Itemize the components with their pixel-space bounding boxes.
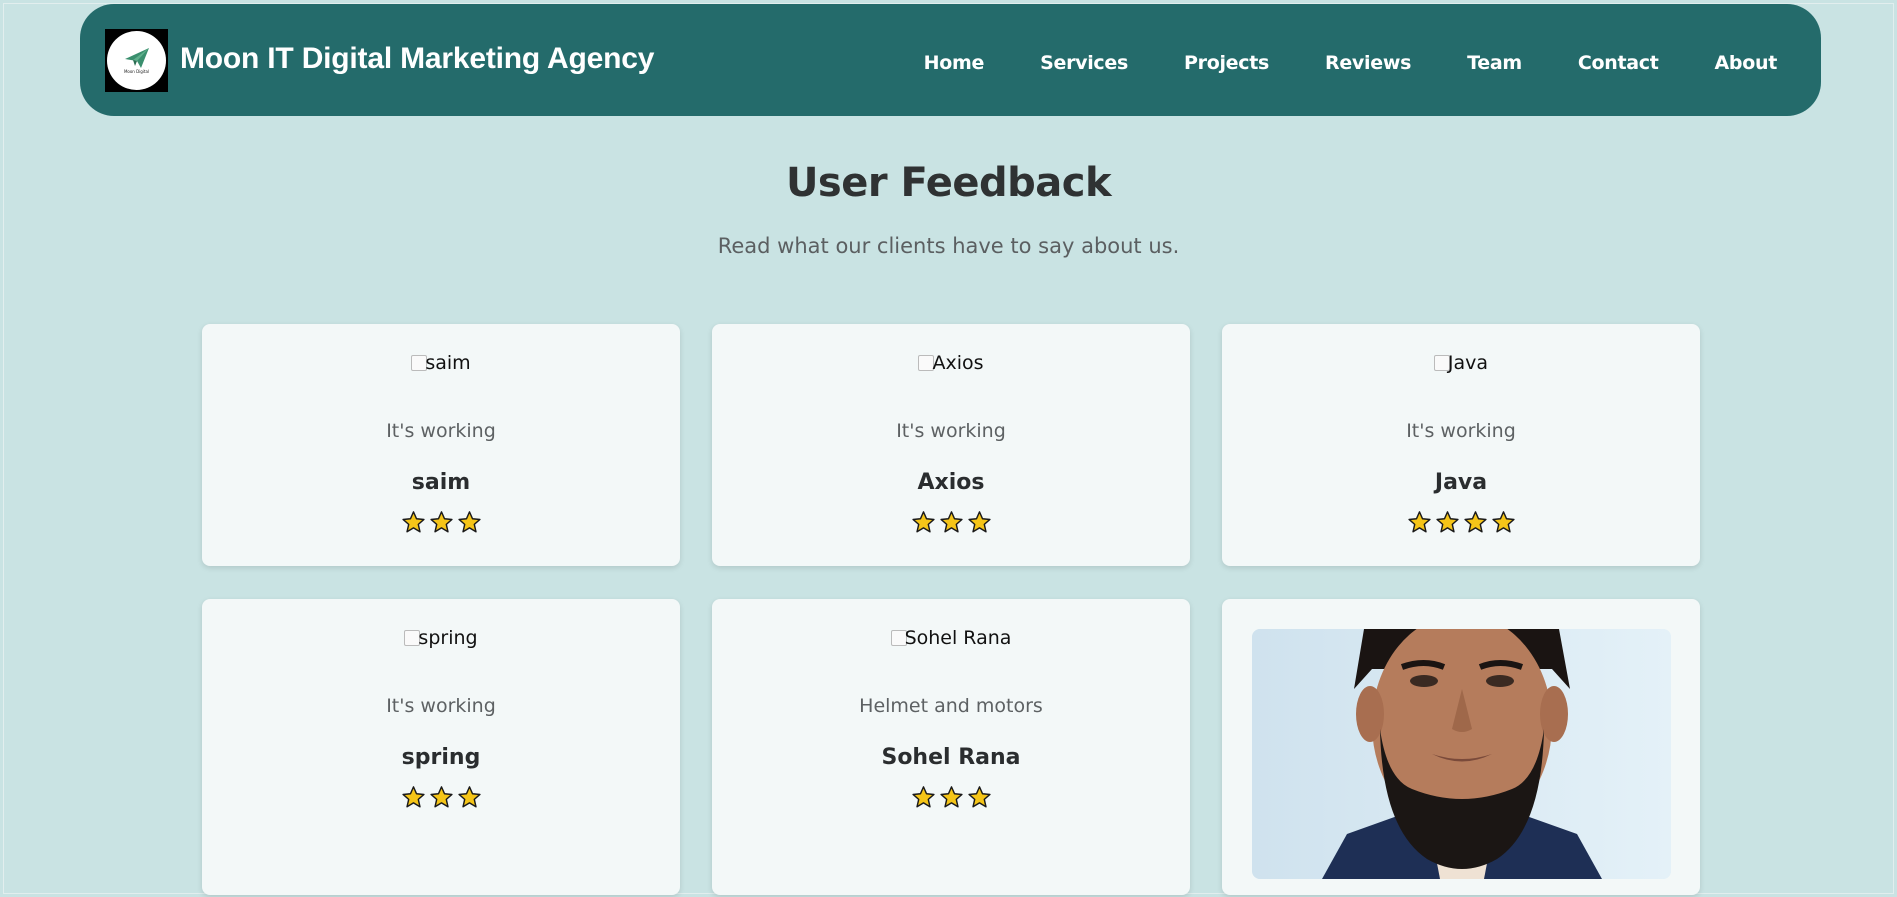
paper-plane-icon — [124, 48, 149, 68]
star-icon — [1491, 511, 1515, 533]
star-rating — [202, 510, 680, 535]
logo[interactable]: Moon Digital — [105, 29, 168, 92]
nav-home[interactable]: Home — [924, 52, 985, 74]
reviewer-image-alt: Axios — [932, 352, 984, 374]
star-rating — [202, 785, 680, 810]
portrait-image — [1252, 629, 1671, 879]
reviewer-image: saim — [202, 352, 680, 374]
reviewer-image-alt: Java — [1447, 352, 1489, 374]
reviewer-name: Axios — [917, 470, 985, 495]
review-card — [1222, 599, 1700, 895]
star-icon — [429, 511, 453, 533]
reviewer-name: Java — [1434, 470, 1488, 495]
star-icon — [429, 786, 453, 808]
review-card: spring It's working spring — [202, 599, 680, 895]
reviewer-name: Sohel Rana — [881, 745, 1021, 770]
logo-text: Moon Digital — [123, 69, 150, 74]
star-icon — [1463, 511, 1487, 533]
nav-reviews[interactable]: Reviews — [1325, 52, 1411, 74]
navbar: Moon Digital Moon IT Digital Marketing A… — [80, 4, 1821, 116]
review-text: It's working — [386, 695, 496, 717]
star-icon — [1407, 511, 1431, 533]
logo-circle: Moon Digital — [107, 31, 166, 90]
star-icon — [967, 511, 991, 533]
nav-menu: Home Services Projects Reviews Team Cont… — [868, 52, 1778, 74]
star-icon — [967, 786, 991, 808]
star-icon — [401, 786, 425, 808]
nav-about[interactable]: About — [1715, 52, 1778, 74]
reviewer-image: spring — [202, 627, 680, 649]
star-icon — [939, 511, 963, 533]
star-rating — [712, 785, 1190, 810]
reviewer-photo — [1252, 629, 1671, 879]
section-title: User Feedback — [785, 160, 1112, 206]
nav-projects[interactable]: Projects — [1184, 52, 1269, 74]
star-rating — [712, 510, 1190, 535]
review-text: Helmet and motors — [859, 695, 1043, 717]
reviewer-image-alt: spring — [418, 627, 478, 649]
review-text: It's working — [896, 420, 1006, 442]
section-subtitle: Read what our clients have to say about … — [717, 234, 1180, 258]
star-icon — [457, 511, 481, 533]
star-rating — [1222, 510, 1700, 535]
reviewer-image-alt: Sohel Rana — [904, 627, 1012, 649]
star-icon — [457, 786, 481, 808]
review-card: saim It's working saim — [202, 324, 680, 566]
review-text: It's working — [1406, 420, 1516, 442]
star-icon — [911, 786, 935, 808]
nav-contact[interactable]: Contact — [1578, 52, 1659, 74]
brand-title[interactable]: Moon IT Digital Marketing Agency — [180, 42, 654, 76]
reviewer-image: Java — [1222, 352, 1700, 374]
star-icon — [939, 786, 963, 808]
reviewer-name: spring — [401, 745, 481, 770]
reviewer-image: Axios — [712, 352, 1190, 374]
review-text: It's working — [386, 420, 496, 442]
star-icon — [911, 511, 935, 533]
star-icon — [401, 511, 425, 533]
review-card: Sohel Rana Helmet and motors Sohel Rana — [712, 599, 1190, 895]
reviewer-image: Sohel Rana — [712, 627, 1190, 649]
review-card: Axios It's working Axios — [712, 324, 1190, 566]
star-icon — [1435, 511, 1459, 533]
nav-team[interactable]: Team — [1467, 52, 1522, 74]
review-card: Java It's working Java — [1222, 324, 1700, 566]
reviewer-name: saim — [411, 470, 471, 495]
nav-services[interactable]: Services — [1040, 52, 1128, 74]
reviewer-image-alt: saim — [425, 352, 471, 374]
